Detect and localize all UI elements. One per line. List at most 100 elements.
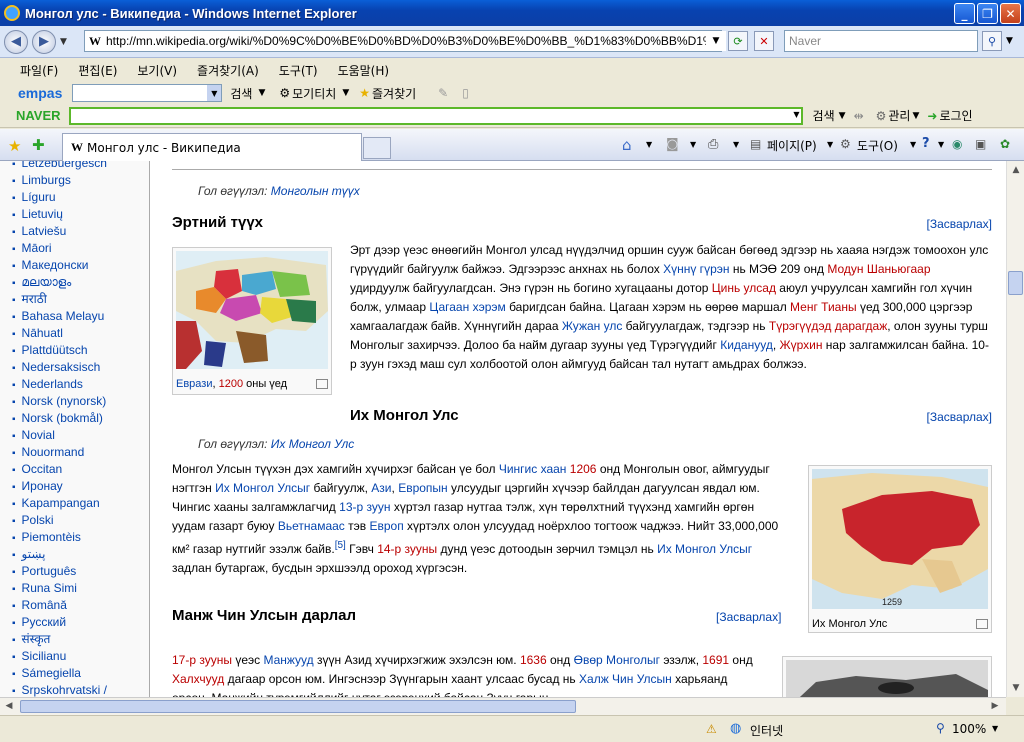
- mogi-dropdown-icon[interactable]: ▼: [342, 88, 349, 98]
- search-button[interactable]: ⚲: [982, 31, 1002, 51]
- menu-tools[interactable]: 도구(T): [279, 62, 318, 79]
- help-icon[interactable]: ?: [922, 136, 930, 151]
- language-link[interactable]: മലയാളം: [12, 274, 149, 291]
- page-menu-button[interactable]: 페이지(P): [767, 137, 817, 154]
- menu-favorites[interactable]: 즐겨찾기(A): [197, 62, 259, 79]
- menu-edit[interactable]: 편집(E): [78, 62, 117, 79]
- tab-mongol-uls[interactable]: W Монгол улс - Википедиа: [62, 133, 362, 161]
- scroll-left-icon[interactable]: ◀: [2, 699, 16, 713]
- language-link[interactable]: Srpskohrvatski /: [12, 682, 149, 697]
- language-link[interactable]: Occitan: [12, 461, 149, 478]
- menu-view[interactable]: 보기(V): [137, 62, 177, 79]
- print-dropdown-icon[interactable]: ▼: [733, 140, 739, 149]
- enlarge-icon[interactable]: [316, 379, 328, 389]
- language-link[interactable]: Māori: [12, 240, 149, 257]
- language-link[interactable]: Limburgs: [12, 172, 149, 189]
- forward-button[interactable]: ▶: [32, 29, 56, 54]
- scroll-down-icon[interactable]: ▼: [1009, 681, 1023, 695]
- language-link[interactable]: Nāhuatl: [12, 325, 149, 342]
- feeds-icon[interactable]: ◙: [666, 137, 679, 152]
- empas-dropdown-icon[interactable]: ▼: [207, 85, 222, 101]
- thumbnail-eurasia-1200[interactable]: Еврази, 1200 оны үед: [172, 247, 332, 395]
- new-tab-button[interactable]: [363, 137, 391, 159]
- language-link[interactable]: Norsk (bokmål): [12, 410, 149, 427]
- history-dropdown-icon[interactable]: ▼: [60, 37, 67, 47]
- language-link[interactable]: Nedersaksisch: [12, 359, 149, 376]
- caption-link-1200[interactable]: 1200: [219, 378, 243, 390]
- protected-mode-icon[interactable]: ⚠: [706, 722, 717, 736]
- language-link[interactable]: Bahasa Melayu: [12, 308, 149, 325]
- language-link[interactable]: پښتو: [12, 546, 149, 563]
- search-input[interactable]: Naver: [784, 30, 978, 52]
- stop-button[interactable]: ✕: [754, 31, 774, 51]
- close-window-button[interactable]: ✕: [1000, 3, 1021, 24]
- language-link[interactable]: Polski: [12, 512, 149, 529]
- language-link[interactable]: Lietuvių: [12, 206, 149, 223]
- vertical-scroll-thumb[interactable]: [1008, 271, 1023, 295]
- caption-link-eurasia[interactable]: Еврази: [176, 378, 212, 390]
- language-link[interactable]: Runa Simi: [12, 580, 149, 597]
- language-link[interactable]: मराठी: [12, 291, 149, 308]
- back-button[interactable]: ◀: [4, 29, 28, 54]
- language-link[interactable]: Líguru: [12, 189, 149, 206]
- tools-dropdown-icon[interactable]: ▼: [910, 140, 916, 149]
- language-link[interactable]: Novial: [12, 427, 149, 444]
- print-icon[interactable]: ⎙: [708, 137, 718, 152]
- empas-search-button[interactable]: 검색: [230, 85, 252, 102]
- language-link[interactable]: Македонски: [12, 257, 149, 274]
- language-link[interactable]: Sámegiella: [12, 665, 149, 682]
- language-link[interactable]: Русский: [12, 614, 149, 631]
- language-link[interactable]: Português: [12, 563, 149, 580]
- language-link[interactable]: Plattdüütsch: [12, 342, 149, 359]
- naver-search-button[interactable]: 검색: [813, 107, 835, 124]
- search-options-icon[interactable]: ▼: [1006, 36, 1013, 46]
- vertical-scrollbar[interactable]: ▲ ▼: [1006, 161, 1024, 697]
- main-article-link-great-mongol[interactable]: Их Монгол Улс: [271, 437, 355, 451]
- clipboard-icon[interactable]: ▯: [462, 86, 469, 100]
- favorites-center-star-icon[interactable]: ★: [8, 137, 21, 155]
- enlarge-icon-2[interactable]: [976, 619, 988, 629]
- naver-login-button[interactable]: 로그인: [939, 107, 972, 124]
- help-dropdown-icon[interactable]: ▼: [938, 140, 944, 149]
- minimize-button[interactable]: _: [954, 3, 975, 24]
- home-dropdown-icon[interactable]: ▼: [646, 140, 652, 149]
- zoom-dropdown-icon[interactable]: ▼: [992, 724, 998, 733]
- language-link[interactable]: Kapampangan: [12, 495, 149, 512]
- language-link[interactable]: Sicilianu: [12, 648, 149, 665]
- language-link[interactable]: Иронау: [12, 478, 149, 495]
- menu-file[interactable]: 파일(F): [20, 62, 58, 79]
- language-link[interactable]: Piemontèis: [12, 529, 149, 546]
- scroll-right-icon[interactable]: ▶: [988, 699, 1002, 713]
- main-article-link-history[interactable]: Монголын түүх: [271, 184, 360, 198]
- favorites-button[interactable]: 즐겨찾기: [372, 85, 416, 102]
- mogi-button[interactable]: 모기티치: [292, 85, 336, 102]
- language-link[interactable]: Nouormand: [12, 444, 149, 461]
- edit-link-ancient[interactable]: [Засварлах]: [927, 215, 992, 234]
- naver-search-dropdown-icon[interactable]: ▼: [839, 111, 846, 121]
- language-link[interactable]: Nederlands: [12, 376, 149, 393]
- menu-help[interactable]: 도움말(H): [338, 62, 390, 79]
- address-dropdown-icon[interactable]: ▼: [706, 31, 726, 51]
- page-dropdown-icon[interactable]: ▼: [827, 140, 833, 149]
- add-favorite-icon[interactable]: ✚: [32, 136, 45, 154]
- research-icon[interactable]: ▣: [975, 137, 986, 151]
- language-link[interactable]: Norsk (nynorsk): [12, 393, 149, 410]
- zoom-level[interactable]: 100%: [952, 722, 986, 736]
- naver-search-input[interactable]: ▼: [68, 106, 803, 125]
- thumbnail-great-mongol[interactable]: 1259 Их Монгол Улс: [808, 465, 992, 633]
- manage-dropdown-icon[interactable]: ▼: [912, 111, 919, 121]
- language-link[interactable]: Română: [12, 597, 149, 614]
- edit-link-great-mongol[interactable]: [Засварлах]: [927, 408, 992, 427]
- messenger-icon[interactable]: ◉: [952, 137, 962, 151]
- naver-tools-icon[interactable]: ⇹: [854, 109, 864, 123]
- thumbnail-manchu[interactable]: [782, 656, 992, 697]
- highlighter-icon[interactable]: ✎: [438, 86, 448, 100]
- refresh-button[interactable]: ⟳: [728, 31, 748, 51]
- address-input[interactable]: W http://mn.wikipedia.org/wiki/%D0%9C%D0…: [84, 30, 722, 52]
- language-link[interactable]: Latviešu: [12, 223, 149, 240]
- feeds-dropdown-icon[interactable]: ▼: [690, 140, 696, 149]
- horizontal-scrollbar[interactable]: ◀ ▶: [0, 697, 1006, 715]
- empas-search-input[interactable]: ▼: [72, 84, 223, 102]
- edit-link-manchu[interactable]: [Засварлах]: [716, 608, 781, 627]
- language-link[interactable]: संस्कृत: [12, 631, 149, 648]
